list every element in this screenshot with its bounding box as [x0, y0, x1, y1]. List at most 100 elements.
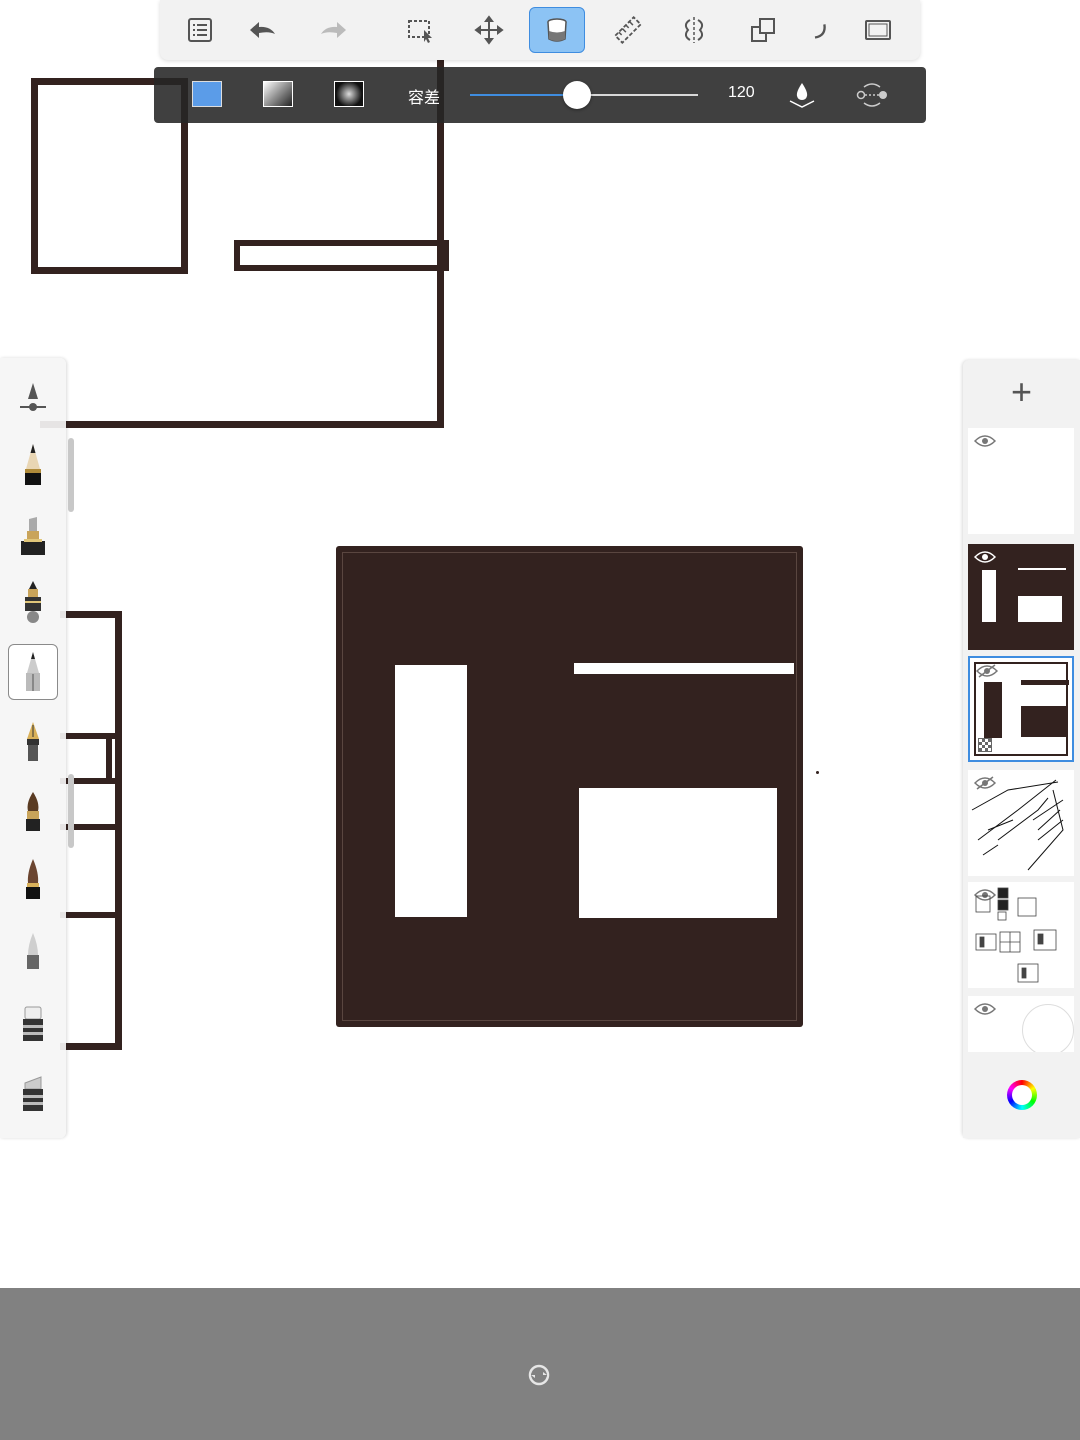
hard-eraser-brush[interactable]: [8, 1066, 58, 1122]
layer-reference[interactable]: [968, 882, 1074, 988]
move-arrows-icon: [474, 15, 504, 45]
ballpoint-pen-icon: [26, 652, 40, 691]
eye-icon[interactable]: [974, 434, 996, 448]
linear-gradient-icon[interactable]: [263, 81, 293, 107]
palette-scroll-thumb[interactable]: [68, 438, 74, 512]
eraser-icon: [23, 1006, 43, 1041]
more-tools-indicator[interactable]: [800, 7, 830, 53]
ink-brush-icon: [26, 859, 40, 899]
eye-icon[interactable]: [974, 550, 996, 564]
marquee-select-icon: [408, 20, 432, 43]
blender-icon: [27, 933, 39, 969]
fullscreen-button[interactable]: [850, 7, 906, 53]
canvas-stroke: [60, 611, 122, 618]
sketch-thumbnail: [971, 779, 1064, 871]
marker-icon: [21, 517, 45, 555]
eye-hidden-icon[interactable]: [976, 664, 998, 678]
bottom-bar: [0, 1288, 1080, 1440]
fill-sample-icon[interactable]: [787, 79, 817, 111]
canvas-white-rect: [579, 788, 777, 918]
canvas-stroke: [115, 611, 122, 1050]
eraser-brush[interactable]: [8, 996, 58, 1052]
layer-lock-icon: [978, 738, 992, 752]
canvas-thin-bar: [234, 240, 449, 271]
canvas-stroke: [60, 1043, 122, 1050]
canvas-white-bar: [574, 663, 794, 674]
thumb-shape: [984, 682, 1002, 738]
fill-options-bar: 容差 120: [154, 67, 926, 123]
transform-button[interactable]: [461, 7, 517, 53]
color-wheel-icon: [1006, 1080, 1037, 1110]
tolerance-label: 容差: [408, 90, 441, 107]
layer-outline[interactable]: [968, 656, 1074, 762]
thumb-shape: [1021, 706, 1067, 737]
tolerance-value: 120: [728, 84, 755, 101]
canvas-stroke: [106, 733, 112, 783]
palette-scroll-thumb[interactable]: [68, 774, 74, 848]
pencil-brush[interactable]: [8, 436, 58, 492]
ink-brush[interactable]: [8, 852, 58, 908]
paint-bucket-icon: [547, 18, 567, 42]
thumb-shape: [1021, 680, 1069, 685]
add-layer-label: +: [1010, 371, 1033, 412]
thumb-shape: [982, 570, 996, 622]
shapes-button[interactable]: [735, 7, 791, 53]
radial-gradient-icon[interactable]: [334, 81, 364, 107]
redo-arrow-icon: [321, 22, 346, 38]
canvas-stroke-horizontal: [40, 421, 444, 428]
reference-thumbnail: [975, 887, 1057, 983]
shapes-icon: [751, 18, 775, 42]
layer-panel: +: [963, 360, 1080, 1138]
marker-brush[interactable]: [8, 508, 58, 564]
brush-settings-button[interactable]: [8, 366, 58, 422]
tolerance-slider[interactable]: [470, 81, 698, 109]
fountain-pen-icon: [27, 722, 39, 761]
fill-button[interactable]: [529, 7, 585, 53]
thumb-shape: [1018, 596, 1062, 622]
layer-list-button[interactable]: [172, 7, 228, 53]
symmetry-button[interactable]: [666, 7, 722, 53]
blender-brush[interactable]: [8, 924, 58, 980]
paintbrush-brush[interactable]: [8, 784, 58, 840]
partial-tool-icon: [814, 24, 826, 39]
fountain-pen-brush[interactable]: [8, 714, 58, 770]
pencil-icon: [25, 444, 41, 485]
layer-empty[interactable]: [968, 428, 1074, 534]
layer-filled[interactable]: [968, 544, 1074, 650]
brush-palette: [0, 358, 74, 1138]
hard-eraser-icon: [23, 1076, 43, 1111]
canvas-white-tall: [395, 665, 467, 917]
redo-button[interactable]: [306, 7, 362, 53]
fill-source-icon[interactable]: [854, 78, 890, 112]
canvas-dot: [816, 771, 819, 774]
rotate-sync-icon[interactable]: [528, 1364, 550, 1386]
frame-icon: [865, 20, 891, 40]
layer-sketch[interactable]: [968, 770, 1074, 876]
tolerance-slider-knob[interactable]: [563, 81, 592, 109]
symmetry-icon: [684, 17, 704, 43]
ruler-icon: [613, 15, 643, 45]
ruler-button[interactable]: [600, 7, 656, 53]
undo-button[interactable]: [234, 7, 290, 53]
airbrush-icon: [25, 581, 41, 623]
color-wheel-button[interactable]: [963, 1052, 1080, 1138]
drawing-canvas[interactable]: [0, 0, 1080, 1288]
top-toolbar: [160, 0, 920, 60]
tolerance-slider-fill: [470, 94, 578, 96]
ballpoint-brush[interactable]: [8, 644, 58, 700]
paintbrush-icon: [26, 792, 40, 831]
undo-arrow-icon: [250, 22, 275, 38]
thumb-shape: [1018, 568, 1066, 570]
list-icon: [188, 18, 212, 42]
color-wheel-center: [1011, 1085, 1032, 1105]
airbrush-brush[interactable]: [8, 574, 58, 630]
canvas-stroke-vertical: [437, 0, 444, 428]
add-layer-button[interactable]: +: [963, 360, 1080, 424]
solid-fill-swatch[interactable]: [192, 81, 222, 107]
canvas-stroke: [60, 912, 116, 918]
background-circle: [1022, 1004, 1074, 1052]
selection-button[interactable]: [392, 7, 448, 53]
eye-icon[interactable]: [974, 1002, 996, 1016]
layer-background[interactable]: [968, 996, 1074, 1052]
canvas-filled-block: [336, 546, 803, 1027]
